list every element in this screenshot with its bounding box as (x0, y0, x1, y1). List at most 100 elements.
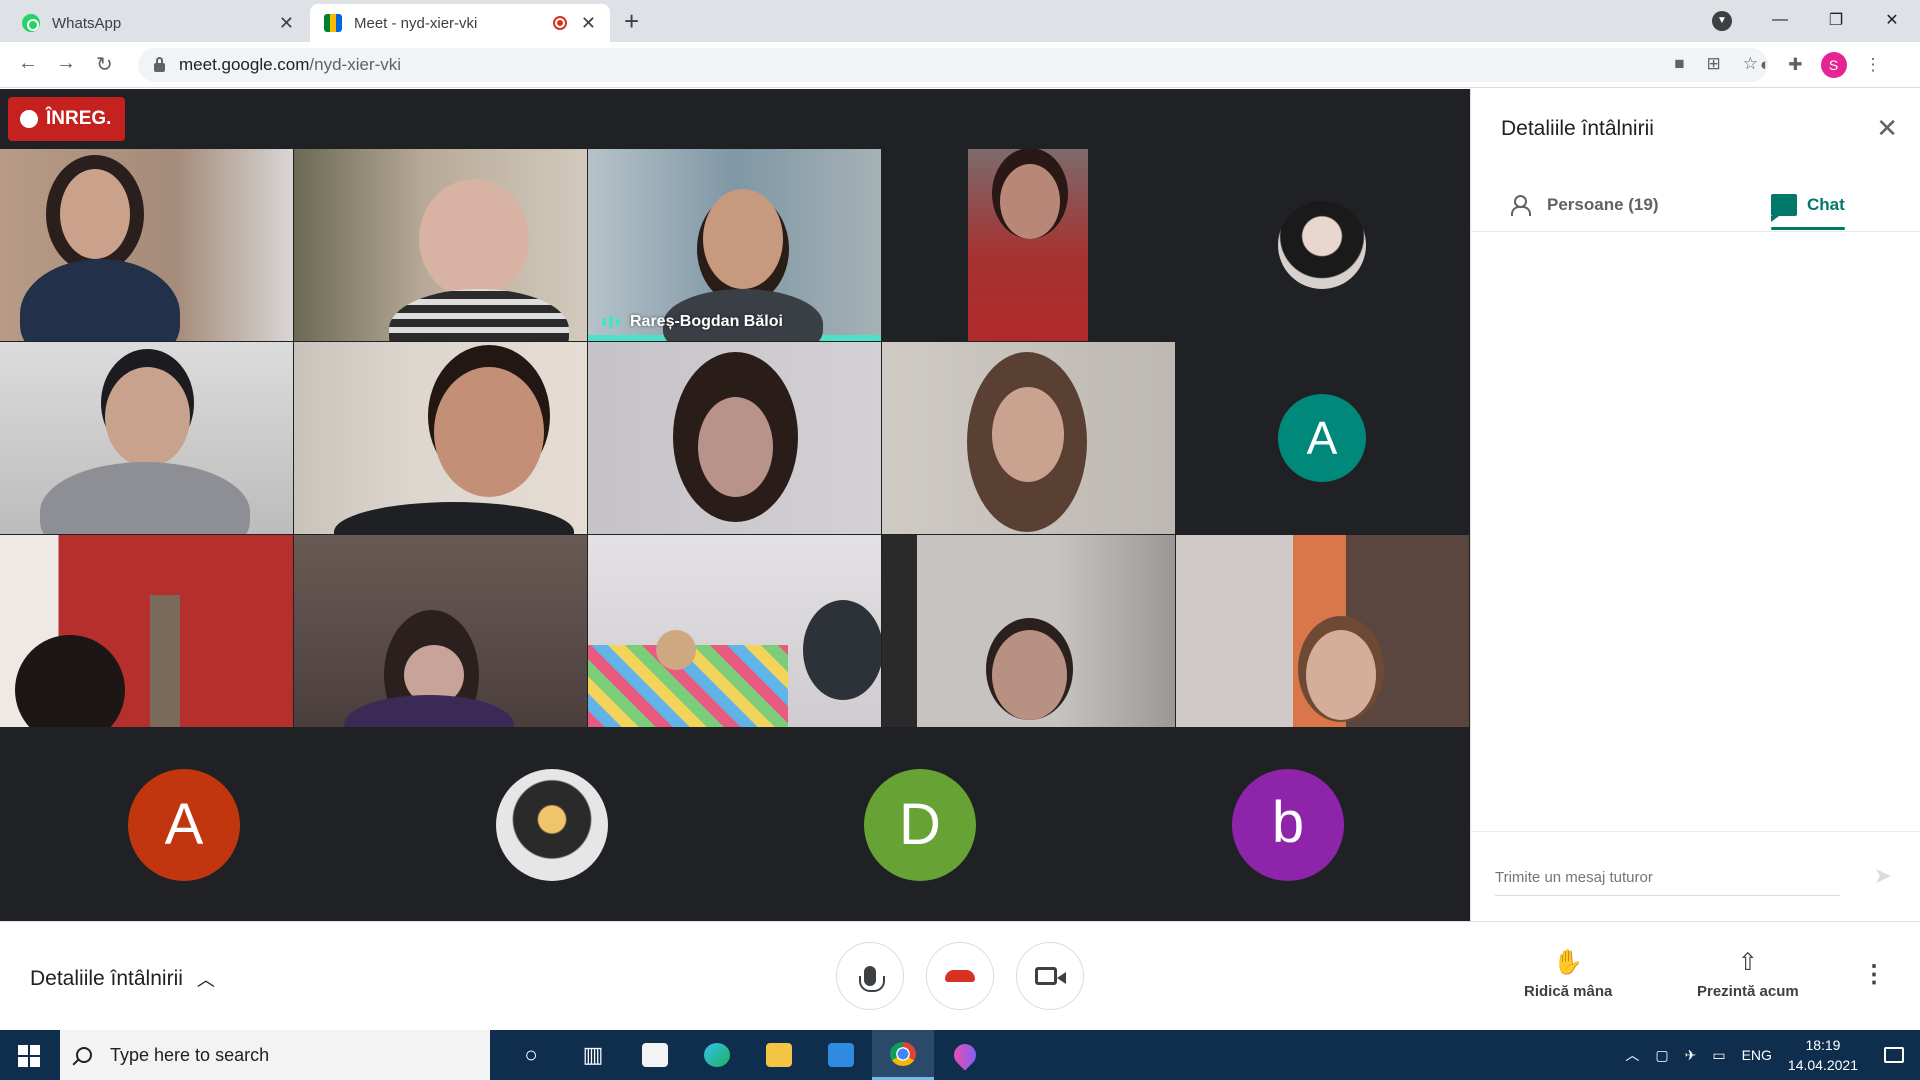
store-icon[interactable] (624, 1030, 686, 1080)
chat-icon (1771, 194, 1797, 222)
reload-icon[interactable]: ↻ (96, 52, 113, 77)
minimize-icon[interactable]: — (1752, 11, 1808, 29)
participant-tile[interactable] (588, 535, 881, 727)
task-view-icon[interactable]: ▥ (562, 1030, 624, 1080)
raise-hand-label: Ridică mâna (1524, 983, 1613, 1000)
window-controls: — ❐ ✕ (1752, 0, 1920, 40)
tab-title: WhatsApp (52, 14, 122, 32)
participant-avatar[interactable]: A (128, 769, 240, 881)
omnibox-icons: ■ ⊞ ☆ (1674, 54, 1758, 74)
clock-time: 18:19 (1805, 1037, 1841, 1053)
recording-label: ÎNREG. (46, 108, 112, 129)
restore-icon[interactable]: ❐ (1808, 10, 1864, 30)
tab-chat[interactable]: Chat (1771, 185, 1845, 225)
tab-search-icon[interactable]: ▼ (1712, 11, 1732, 31)
meet-now-icon[interactable]: ▢ (1655, 1047, 1668, 1064)
extension-icon[interactable]: ◐ (1760, 55, 1770, 75)
mail-icon[interactable] (810, 1030, 872, 1080)
input-underline (1495, 895, 1840, 896)
participant-avatar[interactable]: D (864, 769, 976, 881)
windows-start-icon[interactable] (18, 1045, 40, 1067)
raise-hand-button[interactable]: ✋ Ridică mâna (1524, 948, 1612, 1000)
participant-tile[interactable] (0, 149, 293, 341)
more-options-icon[interactable]: ⋮ (1862, 960, 1886, 989)
edge-icon[interactable] (686, 1030, 748, 1080)
puzzle-icon[interactable]: ✚ (1788, 55, 1802, 75)
profile-avatar[interactable]: S (1820, 52, 1847, 78)
clock-date: 14.04.2021 (1787, 1057, 1858, 1073)
participant-tile[interactable] (294, 535, 587, 727)
chat-message-input[interactable] (1495, 869, 1835, 886)
record-dot-icon (20, 110, 38, 128)
participant-tile-active-speaker[interactable]: Rareș-Bogdan Băloi (588, 149, 881, 341)
participant-tile[interactable] (1176, 535, 1469, 727)
recording-indicator-icon (552, 16, 567, 30)
notification-center-icon[interactable] (1884, 1047, 1904, 1063)
close-tab-icon[interactable]: ✕ (581, 13, 596, 34)
url-host: meet.google.com (179, 55, 310, 74)
search-icon (76, 1047, 92, 1063)
windows-taskbar: Type here to search ○ ▥ ︿ ▢ ✈ ▭ ENG 18:1… (0, 1030, 1920, 1080)
present-screen-icon: ⇧ (1737, 949, 1758, 976)
search-placeholder: Type here to search (110, 1044, 270, 1065)
participant-tile[interactable] (882, 342, 1175, 534)
file-explorer-icon[interactable] (748, 1030, 810, 1080)
audio-level-icon (602, 315, 620, 329)
microphone-button[interactable] (836, 942, 904, 1010)
panel-title: Detaliile întâlnirii (1501, 117, 1654, 140)
tab-meet[interactable]: Meet - nyd-xier-vki ✕ (310, 4, 610, 42)
close-icon[interactable]: ✕ (1876, 113, 1898, 144)
camera-button[interactable] (1016, 942, 1084, 1010)
participant-tile[interactable] (882, 149, 1175, 341)
people-icon (1511, 195, 1535, 216)
divider (1471, 231, 1920, 232)
participant-photo-avatar[interactable] (496, 769, 608, 881)
address-bar[interactable]: meet.google.com/nyd-xier-vki ■ ⊞ ☆ (138, 48, 1768, 82)
video-stage: ÎNREG. Rareș-Bogdan Băloi A A D b (0, 89, 1470, 921)
participant-tile[interactable] (882, 535, 1175, 727)
chrome-icon[interactable] (872, 1030, 934, 1080)
participant-tile[interactable] (1176, 149, 1469, 341)
app-droplet-icon[interactable] (934, 1030, 996, 1080)
present-now-button[interactable]: ⇧ Prezintă acum (1697, 948, 1799, 1000)
leave-call-button[interactable] (926, 942, 994, 1010)
tab-chat-label: Chat (1807, 195, 1845, 214)
cortana-icon[interactable]: ○ (500, 1030, 562, 1080)
translate-icon[interactable]: ⊞ (1707, 54, 1721, 74)
participant-tile[interactable] (0, 535, 293, 727)
meeting-details-button[interactable]: Detaliile întâlnirii ︿ (30, 966, 215, 992)
tab-whatsapp[interactable]: WhatsApp ✕ (8, 4, 308, 42)
taskbar-clock[interactable]: 18:19 14.04.2021 (1788, 1035, 1858, 1075)
language-indicator[interactable]: ENG (1742, 1047, 1772, 1063)
meeting-details-label: Detaliile întâlnirii (30, 967, 183, 990)
hang-up-icon (945, 970, 975, 982)
lock-icon[interactable] (154, 56, 165, 72)
taskbar-apps: ○ ▥ (500, 1030, 996, 1080)
show-hidden-icons-icon[interactable]: ︿ (1625, 1045, 1639, 1065)
tab-people[interactable]: Persoane (19) (1511, 185, 1659, 225)
close-window-icon[interactable]: ✕ (1864, 10, 1920, 30)
participant-photo-avatar (1278, 201, 1366, 289)
close-tab-icon[interactable]: ✕ (279, 13, 294, 34)
meeting-details-panel: Detaliile întâlnirii ✕ Persoane (19) Cha… (1470, 89, 1920, 921)
participant-tile[interactable]: A (1176, 342, 1469, 534)
bookmark-star-icon[interactable]: ☆ (1743, 54, 1758, 74)
menu-kebab-icon[interactable]: ⋮ (1865, 55, 1882, 75)
taskbar-search-box[interactable]: Type here to search (60, 1030, 490, 1080)
tab-people-label: Persoane (19) (1547, 195, 1659, 214)
new-tab-icon[interactable]: + (624, 6, 639, 37)
send-icon[interactable]: ➤ (1874, 863, 1892, 889)
forward-icon[interactable]: → (56, 52, 76, 75)
participant-tile[interactable] (294, 149, 587, 341)
camera-in-use-icon[interactable]: ■ (1674, 54, 1684, 74)
battery-icon[interactable]: ▭ (1712, 1047, 1725, 1064)
tab-title: Meet - nyd-xier-vki (354, 14, 478, 32)
participant-tile[interactable] (294, 342, 587, 534)
participant-avatar[interactable]: b (1232, 769, 1344, 881)
call-controls-bar: Detaliile întâlnirii ︿ ✋ Ridică mâna ⇧ P… (0, 921, 1920, 1030)
airplane-mode-icon[interactable]: ✈ (1685, 1047, 1697, 1064)
divider (1471, 831, 1920, 832)
participant-tile[interactable] (588, 342, 881, 534)
participant-tile[interactable] (0, 342, 293, 534)
back-icon[interactable]: ← (18, 52, 38, 75)
